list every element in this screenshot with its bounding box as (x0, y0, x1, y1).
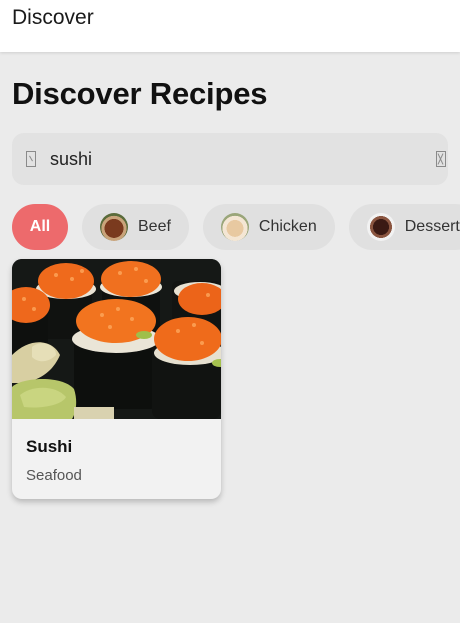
beef-thumbnail (100, 213, 128, 241)
search-input[interactable] (50, 143, 410, 175)
sushi-photo (12, 259, 221, 419)
category-chip-beef[interactable]: Beef (82, 204, 189, 250)
category-chip-dessert[interactable]: Dessert (348, 204, 460, 250)
search-bar (12, 133, 448, 185)
dessert-thumbnail (366, 213, 395, 241)
app-bar: Discover (0, 0, 460, 52)
category-chip-label: All (29, 218, 51, 235)
sushi-photo-art (12, 259, 221, 419)
search-icon[interactable] (26, 151, 36, 167)
recipe-title: Sushi (26, 437, 73, 456)
app-bar-title: Discover (12, 6, 94, 29)
page-title: Discover Recipes (12, 76, 268, 111)
category-chip-chicken[interactable]: Chicken (202, 204, 335, 250)
category-chip-label: Dessert (404, 218, 460, 235)
category-filter-list: All Beef Chicken Dessert (12, 204, 460, 250)
chicken-thumbnail (220, 213, 249, 241)
recipe-category: Seafood (26, 467, 82, 484)
recipe-card[interactable]: Sushi Seafood (12, 259, 221, 499)
clear-icon[interactable] (436, 151, 446, 167)
category-chip-label: Chicken (258, 218, 317, 235)
category-chip-label: Beef (138, 218, 171, 235)
category-chip-all[interactable]: All (12, 204, 68, 250)
